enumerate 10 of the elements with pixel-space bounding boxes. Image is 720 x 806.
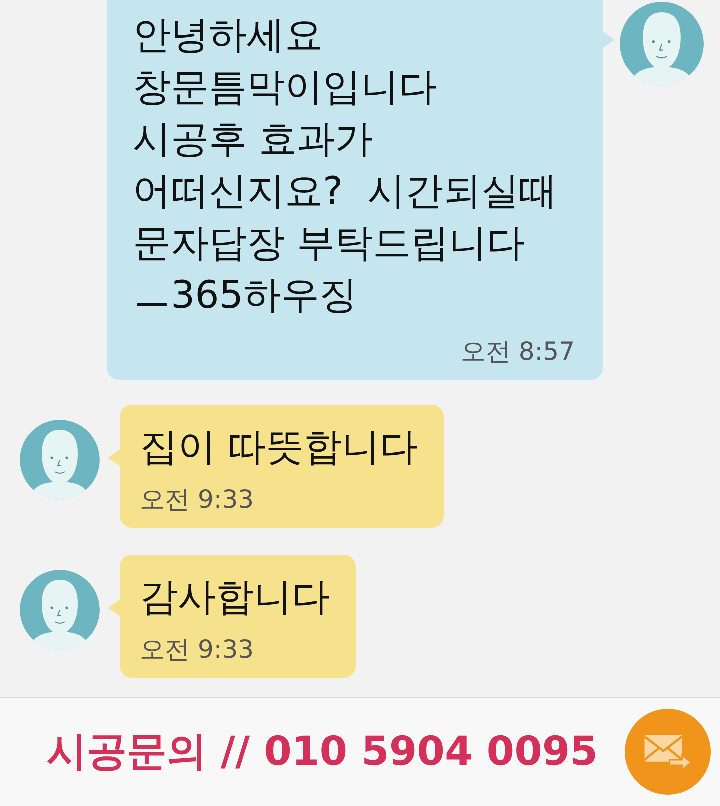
message-time: 오전 8:57 bbox=[460, 336, 575, 368]
message-time: 오전 9:33 bbox=[140, 635, 254, 664]
person-avatar-icon bbox=[20, 420, 100, 500]
message-text: 집이 따뜻합니다 bbox=[140, 424, 418, 471]
message-text: 감사합니다 bbox=[140, 574, 330, 621]
message-input-field[interactable]: 시공문의 // 010 5904 0095 bbox=[0, 726, 625, 778]
message-text: 안녕하세요 창문틈막이입니다 시공후 효과가 어떠신지요? 시간되실때 문자답장 부탁드립니다 ㅡ365하우징 bbox=[133, 12, 558, 319]
message-time: 오전 9:33 bbox=[140, 485, 254, 514]
person-avatar-icon bbox=[20, 570, 100, 650]
envelope-arrow-icon bbox=[643, 733, 693, 771]
